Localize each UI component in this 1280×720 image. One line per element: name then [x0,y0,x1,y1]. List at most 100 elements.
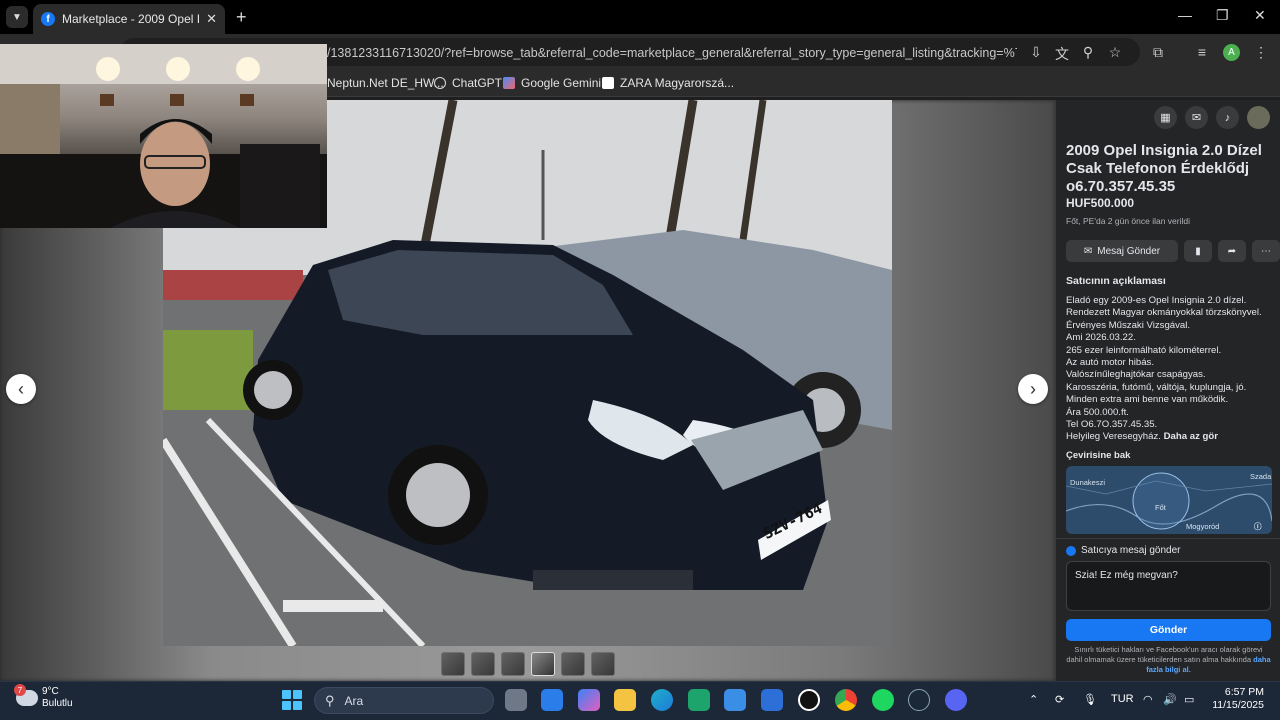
messenger-icon[interactable]: ✉ [1185,106,1208,129]
task-view-icon[interactable] [505,689,527,711]
store-icon[interactable] [724,689,746,711]
tab-search-button[interactable]: ▼ [6,6,28,28]
bookmark-star-icon[interactable]: ☆ [1106,44,1124,61]
discord-icon[interactable] [945,689,967,711]
thumbnail-strip [441,652,615,676]
steam-icon[interactable] [908,689,930,711]
obs-icon[interactable] [798,689,820,711]
zoom-icon[interactable]: ⚲ [1079,44,1097,61]
translation-link[interactable]: Çevirisine bak [1066,450,1130,461]
message-seller-section: Satıcıya mesaj gönder Szia! Ez még megva… [1056,538,1280,681]
system-clock[interactable]: 6:57 PM 11/15/2025 [1212,686,1264,712]
taskbar-search[interactable]: ⚲ Ara [314,687,494,714]
menu-grid-icon[interactable]: ▦ [1154,106,1177,129]
copilot-icon[interactable] [578,689,600,711]
chrome-icon[interactable] [835,689,857,711]
thumbnail[interactable] [501,652,525,676]
bookmark-neptun[interactable]: Neptun.Net DE_HW... [327,76,444,90]
more-options-button[interactable]: ⋯ [1252,240,1280,262]
volume-icon[interactable]: 🔊 [1163,693,1177,706]
clock-time: 6:57 PM [1224,686,1264,698]
map-info-icon[interactable]: ⓘ [1254,521,1262,532]
wifi-icon[interactable]: ◠ [1143,693,1153,706]
new-tab-button[interactable]: + [236,7,247,28]
translate-icon[interactable]: 文 [1053,44,1071,64]
send-message-button[interactable]: Gönder [1066,619,1271,641]
listing-price: HUF500.000 [1066,196,1135,210]
description-line: Ami 2026.03.22. [1066,332,1136,344]
save-bookmark-button[interactable]: ▮ [1184,240,1212,262]
temperature: 9°C [42,686,59,697]
previous-photo-button[interactable]: ‹ [6,374,36,404]
thumbnail-active[interactable] [531,652,555,676]
message-input[interactable]: Szia! Ez még megvan? [1066,561,1271,611]
thumbnail[interactable] [471,652,495,676]
maximize-icon[interactable]: ❐ [1216,7,1229,24]
search-icon: ⚲ [325,692,335,708]
notifications-bell-icon[interactable]: ♪ [1216,106,1239,129]
minimize-icon[interactable]: — [1178,7,1192,23]
gemini-icon [503,77,515,89]
tab-marketplace[interactable]: f Marketplace - 2009 Opel Insignia 2.0 D… [33,4,225,34]
listing-title: 2009 Opel Insignia 2.0 Dízel Csak Telefo… [1066,142,1262,195]
profile-avatar[interactable]: A [1223,44,1240,61]
sync-icon[interactable]: ⟳ [1055,693,1064,706]
more-icon: ⋯ [1261,245,1271,257]
bookmark-chatgpt[interactable]: ChatGPT [434,76,502,90]
bookmark-icon: ▮ [1195,245,1201,257]
install-app-icon[interactable]: ⇩ [1027,44,1045,61]
map-label-szada: Szada [1250,472,1272,481]
url-text[interactable]: /1381233116713020/?ref=browse_tab&referr… [327,46,1017,60]
thumbnail[interactable] [591,652,615,676]
mail-icon[interactable] [541,689,563,711]
see-less-link[interactable]: Daha az gör [1164,431,1218,442]
map-label-fot: Főt [1155,503,1166,512]
battery-icon[interactable]: ▭ [1184,693,1194,706]
share-button[interactable]: ➦ [1218,240,1246,262]
share-icon: ➦ [1227,245,1237,257]
next-photo-button[interactable]: › [1018,374,1048,404]
media-control-icon[interactable]: ≡ [1193,44,1211,60]
consumer-rights-note: Sınırlı tüketici hakları ve Facebook'un … [1066,645,1271,674]
tray-overflow-icon[interactable]: ⌃ [1029,693,1038,706]
thumbnail[interactable] [561,652,585,676]
description-line: 265 ezer leinformálható kilométerrel. [1066,344,1222,356]
listing-actions: ✉ Mesaj Gönder ▮ ➦ ⋯ [1066,240,1280,262]
description-line: Az autó motor hibás. [1066,357,1154,369]
listing-panel: ▦ ✉ ♪ 2009 Opel Insignia 2.0 Dízel Csak … [1055,100,1280,681]
weather-widget[interactable]: 7 9°C Bulutlu [14,684,73,710]
thumbnail[interactable] [441,652,465,676]
tab-close-icon[interactable]: ✕ [206,11,217,27]
location-map[interactable]: Dunakeszi Főt Mogyoród Szada ⓘ [1066,466,1272,534]
bookmark-gemini[interactable]: Google Gemini [503,76,601,90]
extensions-icon[interactable]: ⧉ [1149,44,1167,61]
edge-icon[interactable] [651,689,673,711]
start-button[interactable] [282,690,302,710]
todo-icon[interactable] [761,689,783,711]
description-line: Eladó egy 2009-es Opel Insignia 2.0 díze… [1066,295,1247,306]
description-heading: Satıcının açıklaması [1066,275,1166,287]
webcam-scene [0,44,327,228]
app-icon[interactable] [688,689,710,711]
message-seller-button[interactable]: ✉ Mesaj Gönder [1066,240,1178,262]
description-line: Tel O6.7O.357.45.35. [1066,419,1158,431]
description-line: Karosszéria, futómű, váltója, kuplungja,… [1066,381,1247,393]
seller-description: Eladó egy 2009-es Opel Insignia 2.0 díze… [1066,295,1276,444]
spotify-icon[interactable] [872,689,894,711]
map-graphic [1066,472,1272,530]
message-section-heading: Satıcıya mesaj gönder [1066,545,1181,556]
file-explorer-icon[interactable] [614,689,636,711]
description-line: Ára 500.000.ft. [1066,406,1129,418]
chrome-menu-icon[interactable]: ⋮ [1252,44,1270,61]
bookmark-zara[interactable]: ZARA Magyarorszá... [602,76,734,90]
microphone-icon[interactable]: 🎙 [1083,693,1097,706]
window-close-icon[interactable]: ✕ [1254,7,1266,24]
tab-title: Marketplace - 2009 Opel Insignia 2.0 Díz… [62,12,201,26]
messenger-logo-icon [1066,545,1076,556]
listing-meta: Főt, PE'da 2 gün önce ilan verildi [1066,216,1191,226]
messenger-icon: ✉ [1083,245,1093,257]
input-language[interactable]: TUR [1111,693,1134,705]
account-avatar[interactable] [1247,106,1270,129]
cloud-icon: 7 [14,684,38,706]
map-label-dunakeszi: Dunakeszi [1070,478,1106,487]
